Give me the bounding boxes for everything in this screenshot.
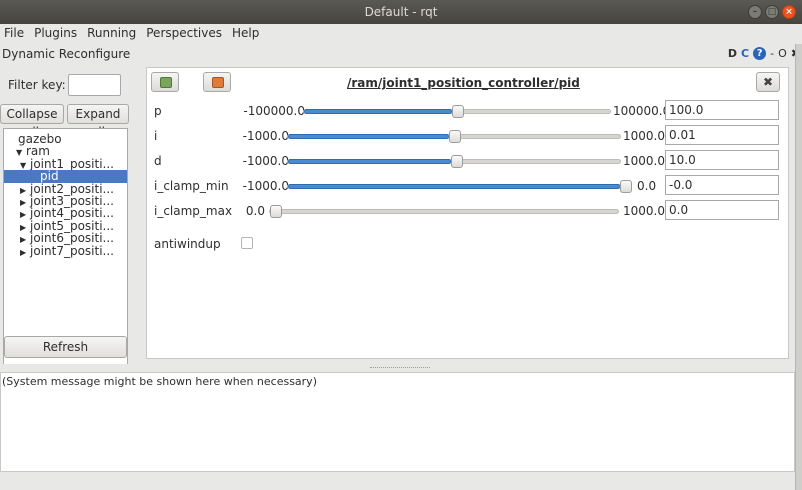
window-controls: – □ ×: [748, 5, 796, 19]
filter-key-label: Filter key:: [8, 78, 66, 92]
param-row-i: i -1000.0 1000.0 0.01: [147, 125, 790, 147]
param-slider[interactable]: [303, 105, 611, 118]
d-icon[interactable]: D: [728, 47, 737, 60]
param-name: i_clamp_max: [154, 204, 233, 218]
window-title: Default - rqt: [364, 5, 438, 19]
filter-key-input[interactable]: [68, 74, 121, 96]
param-max-label: 100000.0: [613, 104, 671, 118]
param-name: d: [154, 154, 162, 168]
menu-plugins[interactable]: Plugins: [29, 24, 82, 44]
help-icon[interactable]: ?: [753, 47, 767, 60]
node-tree-panel: Filter key: Collapse all Expand all gaze…: [0, 64, 135, 396]
slider-handle[interactable]: [449, 130, 461, 143]
slider-handle[interactable]: [451, 155, 463, 168]
dock-controls: D C ? - O ✖: [728, 47, 800, 60]
collapsed-arrow-icon[interactable]: ▶: [20, 246, 30, 259]
tree-item[interactable]: ▶ joint7_positi...: [20, 243, 114, 259]
param-min-label: 0.0: [245, 204, 265, 218]
param-max-label: 1000.0: [623, 154, 665, 168]
splitter[interactable]: [0, 364, 802, 372]
float-icon[interactable]: O: [778, 47, 787, 60]
param-row-i-clamp-max: i_clamp_max 0.0 1000.0 0.0: [147, 200, 790, 222]
menu-file[interactable]: File: [0, 24, 29, 44]
param-slider[interactable]: [287, 130, 621, 143]
menu-bar: File Plugins Running Perspectives Help: [0, 24, 802, 44]
param-slider[interactable]: [287, 155, 621, 168]
param-slider[interactable]: [269, 205, 619, 218]
param-max-label: 1000.0: [623, 129, 665, 143]
param-max-label: 0.0: [637, 179, 657, 193]
slider-handle[interactable]: [270, 205, 282, 218]
slider-fill: [288, 134, 449, 139]
slider-handle[interactable]: [620, 180, 632, 193]
param-min-label: -1000.0: [242, 154, 289, 168]
node-path-title: /ram/joint1_position_controller/pid: [347, 76, 580, 90]
param-value-input[interactable]: -0.0: [665, 175, 779, 195]
param-name: antiwindup: [154, 237, 221, 251]
window-maximize-button[interactable]: □: [765, 5, 779, 19]
menu-help[interactable]: Help: [227, 24, 264, 44]
parameter-editor: /ram/joint1_position_controller/pid ✖ an…: [146, 67, 789, 359]
param-row-d: d -1000.0 1000.0 10.0: [147, 150, 790, 172]
plugin-title: Dynamic Reconfigure: [2, 47, 131, 61]
tree-item-label: joint7_positi...: [30, 243, 114, 258]
param-name: p: [154, 104, 162, 118]
antiwindup-checkbox[interactable]: [241, 237, 253, 249]
param-min-label: -1000.0: [242, 179, 289, 193]
close-editor-button[interactable]: ✖: [756, 72, 780, 92]
param-name: i_clamp_min: [154, 179, 229, 193]
load-button[interactable]: [203, 72, 231, 92]
collapse-all-button[interactable]: Collapse all: [0, 104, 64, 139]
save-button[interactable]: [151, 72, 179, 92]
folder-icon: [212, 77, 224, 88]
system-message: (System message might be shown here when…: [2, 375, 317, 388]
plugin-dock-title: Dynamic Reconfigure D C ? - O ✖: [0, 44, 802, 64]
param-row-p: p -100000.0 100000.0 100.0: [147, 100, 790, 122]
refresh-button[interactable]: Refresh: [4, 336, 127, 358]
slider-fill: [288, 184, 620, 189]
slider-handle[interactable]: [452, 105, 464, 118]
menu-running[interactable]: Running: [82, 24, 141, 44]
status-bar: [0, 472, 802, 490]
param-value-input[interactable]: 0.01: [665, 125, 779, 145]
slider-fill: [304, 109, 452, 114]
param-min-label: -100000.0: [243, 104, 305, 118]
param-value-input[interactable]: 100.0: [665, 100, 779, 120]
parameter-panel: /ram/joint1_position_controller/pid ✖ an…: [143, 64, 793, 364]
expand-all-button[interactable]: Expand all: [67, 104, 129, 139]
minimize-icon[interactable]: -: [770, 47, 774, 60]
param-slider[interactable]: [287, 180, 632, 193]
param-value-input[interactable]: 10.0: [665, 150, 779, 170]
param-value-input[interactable]: 0.0: [665, 200, 779, 220]
title-bar: Default - rqt – □ ×: [0, 0, 802, 24]
param-row-antiwindup: antiwindup: [147, 233, 790, 255]
reload-icon[interactable]: C: [741, 47, 749, 60]
system-message-area: (System message might be shown here when…: [0, 372, 795, 472]
param-name: i: [154, 129, 158, 143]
window-close-button[interactable]: ×: [782, 5, 796, 19]
window-minimize-button[interactable]: –: [748, 5, 762, 19]
save-icon: [160, 77, 172, 88]
window-edge: [795, 44, 802, 490]
param-max-label: 1000.0: [623, 204, 665, 218]
menu-perspectives[interactable]: Perspectives: [141, 24, 227, 44]
param-min-label: -1000.0: [242, 129, 289, 143]
slider-fill: [288, 159, 451, 164]
param-row-i-clamp-min: i_clamp_min -1000.0 0.0 -0.0: [147, 175, 790, 197]
